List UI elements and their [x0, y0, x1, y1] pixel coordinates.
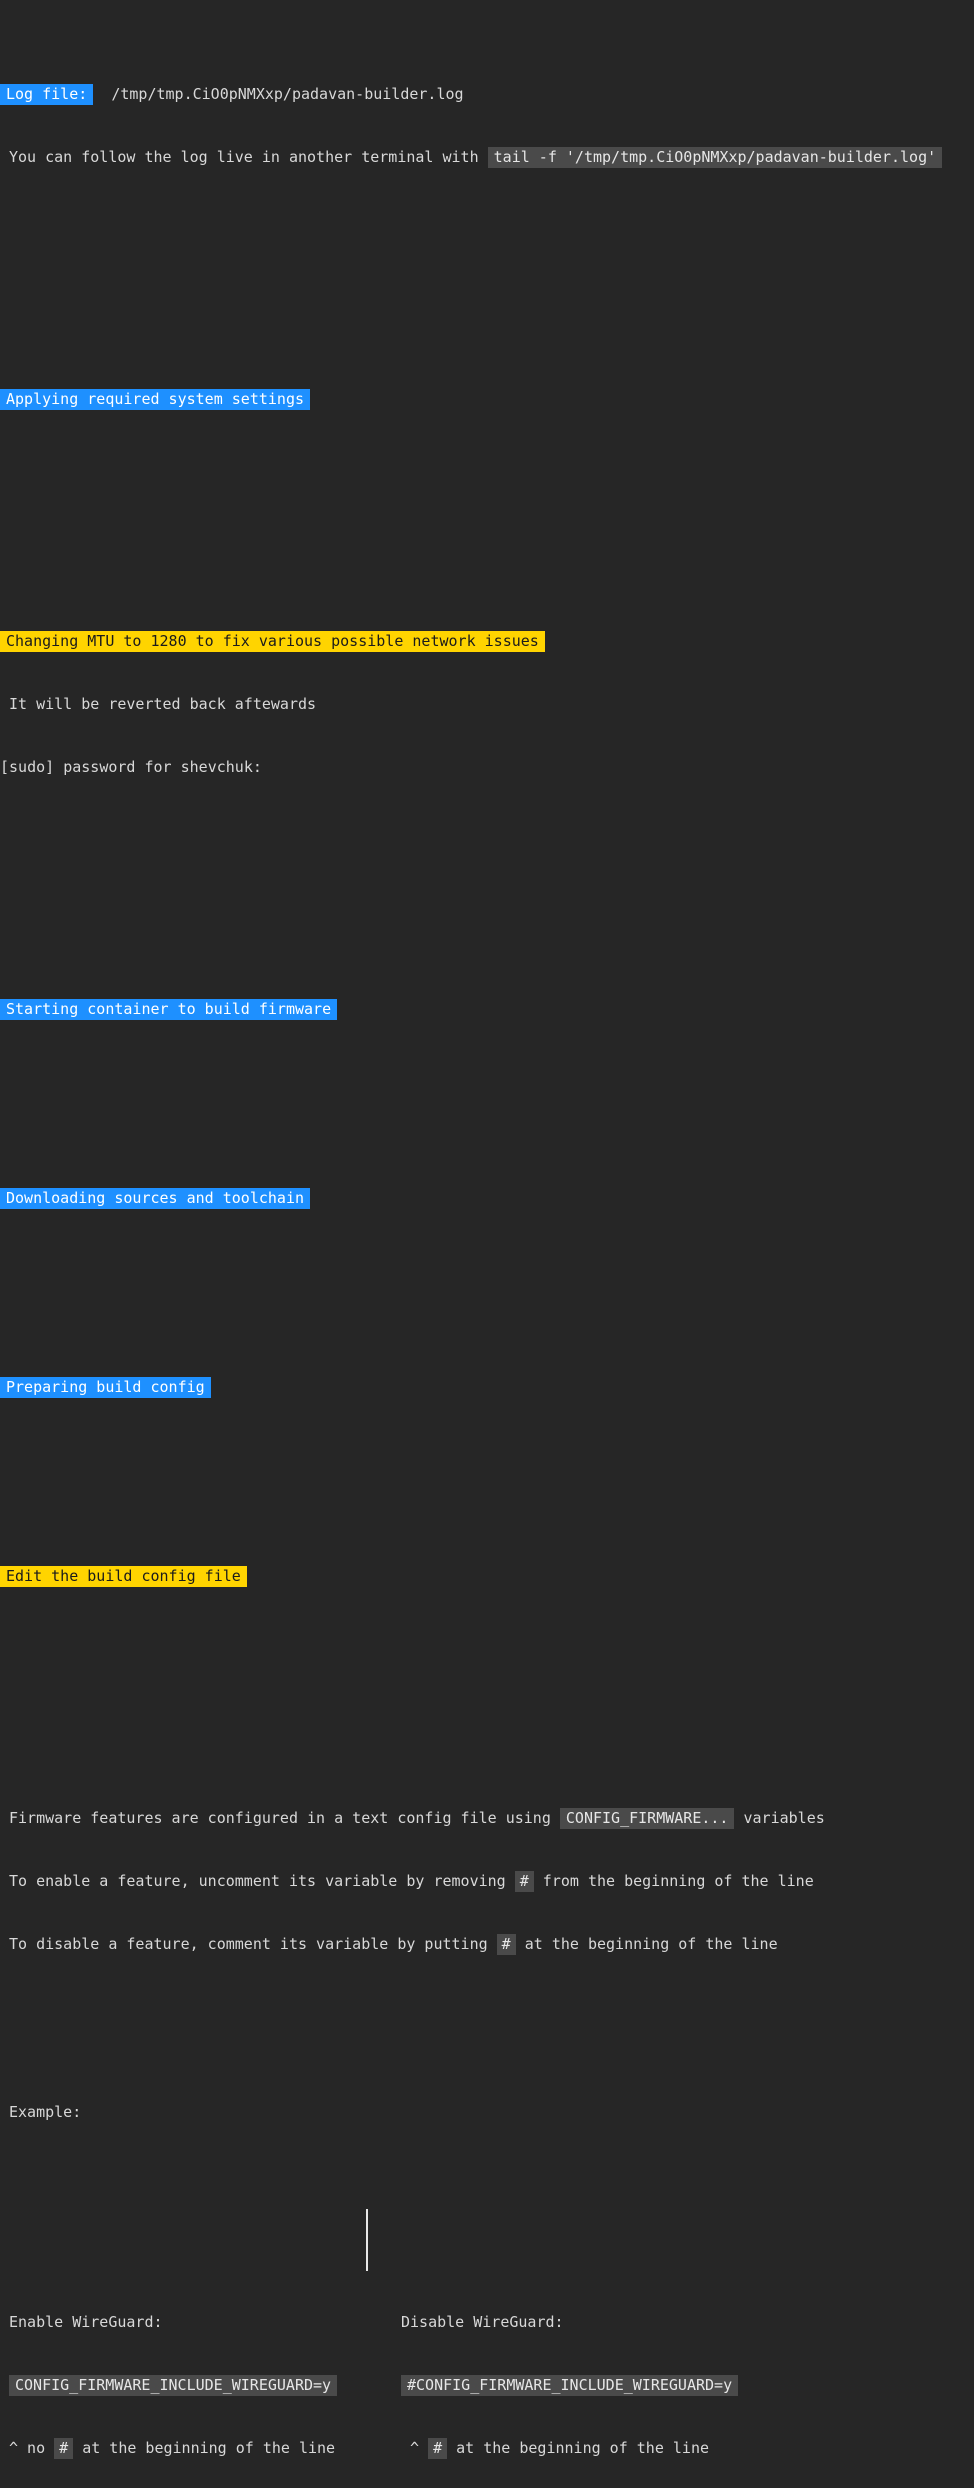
- config-help-line-1-text-b: variables: [743, 1809, 825, 1827]
- log-follow-text: You can follow the log live in another t…: [9, 148, 479, 166]
- sudo-password-prompt[interactable]: [sudo] password for shevchuk:: [0, 757, 974, 778]
- config-help-line-2-text-b: from the beginning of the line: [542, 1872, 814, 1890]
- step-preparing-config-line: Preparing build config: [0, 1377, 974, 1398]
- config-help-line-1-text-a: Firmware features are configured in a te…: [9, 1809, 551, 1827]
- config-firmware-code: CONFIG_FIRMWARE...: [559, 1808, 735, 1829]
- example-enable-column: Enable WireGuard: CONFIG_FIRMWARE_INCLUD…: [9, 2270, 375, 2488]
- log-file-path-spacer: [93, 85, 111, 103]
- disable-title: Disable WireGuard:: [401, 2313, 564, 2331]
- terminal-output: Log file: /tmp/tmp.CiO0pNMXxp/padavan-bu…: [0, 0, 974, 2459]
- step-applying-settings-line: Applying required system settings: [0, 389, 974, 410]
- log-file-label: Log file:: [0, 84, 94, 105]
- disable-note-line: ^ # at the beginning of the line: [401, 2438, 974, 2459]
- step-edit-config-badge: Edit the build config file: [0, 1566, 247, 1587]
- example-block: Enable WireGuard: CONFIG_FIRMWARE_INCLUD…: [0, 2207, 974, 2488]
- enable-wireguard-code: CONFIG_FIRMWARE_INCLUDE_WIREGUARD=y: [9, 2375, 338, 2396]
- config-help-line-3-text-a: To disable a feature, comment its variab…: [9, 1935, 488, 1953]
- hash-code-enable: #: [514, 1871, 534, 1892]
- hash-code-disable: #: [496, 1934, 516, 1955]
- disable-note-text-a: ^: [410, 2439, 420, 2457]
- config-help-line-1: Firmware features are configured in a te…: [0, 1808, 974, 1829]
- log-file-path: /tmp/tmp.CiO0pNMXxp/padavan-builder.log: [111, 85, 464, 103]
- step-applying-settings-badge: Applying required system settings: [0, 389, 311, 410]
- log-file-line: Log file: /tmp/tmp.CiO0pNMXxp/padavan-bu…: [0, 84, 974, 105]
- step-preparing-config-badge: Preparing build config: [0, 1377, 211, 1398]
- step-downloading-sources-badge: Downloading sources and toolchain: [0, 1188, 311, 1209]
- step-starting-container-line: Starting container to build firmware: [0, 999, 974, 1020]
- example-disable-column: Disable WireGuard: #CONFIG_FIRMWARE_INCL…: [375, 2270, 974, 2488]
- log-follow-line: You can follow the log live in another t…: [0, 147, 974, 168]
- disable-note-hash-code: #: [428, 2438, 448, 2459]
- enable-note-text-a: ^ no: [9, 2439, 46, 2457]
- enable-note-text-b: at the beginning of the line: [82, 2439, 336, 2457]
- step-changing-mtu-line: Changing MTU to 1280 to fix various poss…: [0, 631, 974, 652]
- config-help-line-3: To disable a feature, comment its variab…: [0, 1934, 974, 1955]
- example-divider: [366, 2209, 368, 2271]
- config-help-line-2-text-a: To enable a feature, uncomment its varia…: [9, 1872, 506, 1890]
- enable-code-line: CONFIG_FIRMWARE_INCLUDE_WIREGUARD=y: [9, 2375, 375, 2396]
- disable-wireguard-code: #CONFIG_FIRMWARE_INCLUDE_WIREGUARD=y: [401, 2375, 739, 2396]
- step-starting-container-badge: Starting container to build firmware: [0, 999, 338, 1020]
- step-edit-config-line: Edit the build config file: [0, 1566, 974, 1587]
- config-help-line-3-text-b: at the beginning of the line: [524, 1935, 778, 1953]
- enable-note-line: ^ no # at the beginning of the line: [9, 2438, 375, 2459]
- tail-command-code[interactable]: tail -f '/tmp/tmp.CiO0pNMXxp/padavan-bui…: [487, 147, 943, 168]
- example-label: Example:: [9, 2103, 82, 2121]
- step-downloading-sources-line: Downloading sources and toolchain: [0, 1188, 974, 1209]
- disable-code-line: #CONFIG_FIRMWARE_INCLUDE_WIREGUARD=y: [401, 2375, 974, 2396]
- enable-note-hash-code: #: [54, 2438, 74, 2459]
- mtu-note-line: It will be reverted back aftewards: [9, 695, 317, 713]
- step-changing-mtu-badge: Changing MTU to 1280 to fix various poss…: [0, 631, 545, 652]
- config-help-line-2: To enable a feature, uncomment its varia…: [0, 1871, 974, 1892]
- enable-title: Enable WireGuard:: [9, 2313, 163, 2331]
- disable-note-text-b: at the beginning of the line: [456, 2439, 710, 2457]
